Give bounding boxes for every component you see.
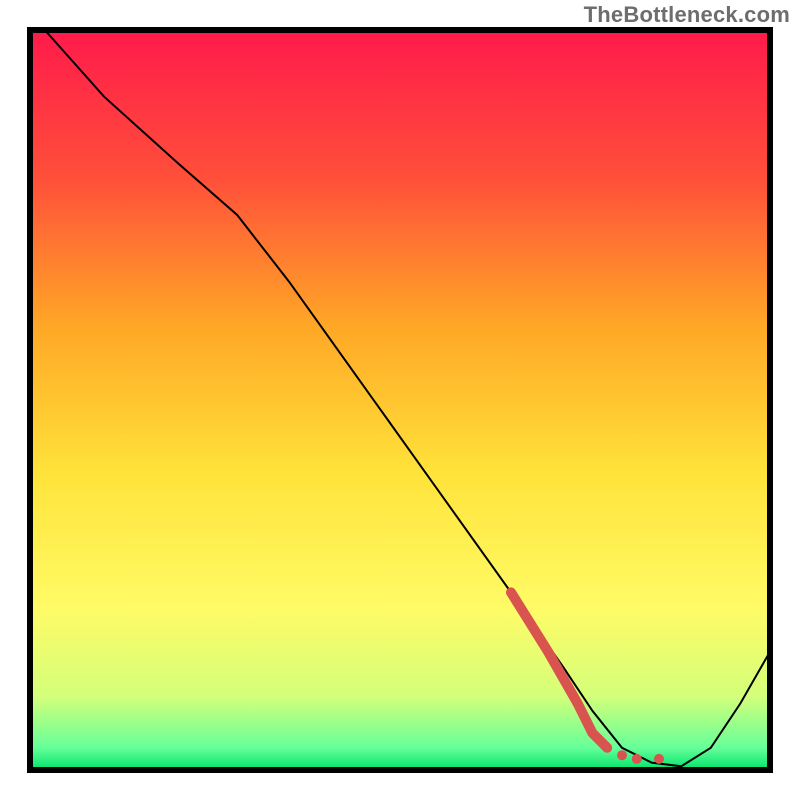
chart-container: TheBottleneck.com: [0, 0, 800, 800]
highlight-dot: [654, 754, 664, 764]
watermark-text: TheBottleneck.com: [584, 2, 790, 28]
plot-background: [30, 30, 770, 770]
highlight-dot: [617, 750, 627, 760]
chart-svg: [0, 0, 800, 800]
highlight-dot: [632, 754, 642, 764]
